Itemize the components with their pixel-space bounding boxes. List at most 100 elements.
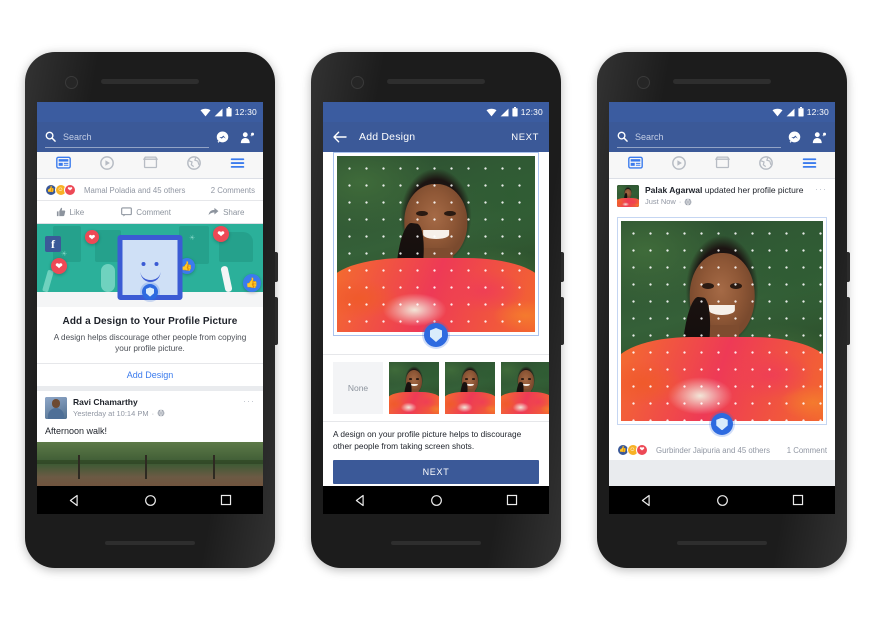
post-time: Just Now — [645, 197, 676, 207]
messenger-icon[interactable] — [788, 131, 801, 144]
recents-square-icon[interactable] — [506, 494, 518, 506]
design-thumbnail[interactable] — [501, 362, 549, 414]
tab-marketplace[interactable] — [714, 156, 730, 174]
post-header: Palak Agarwal updated her profile pictur… — [609, 179, 835, 212]
tab-menu[interactable] — [802, 156, 817, 174]
reaction-names[interactable]: Gurbinder Jaipuria and 45 others — [656, 446, 783, 455]
back-arrow-icon[interactable] — [333, 131, 347, 143]
comment-count[interactable]: 2 Comments — [211, 186, 255, 195]
home-circle-icon[interactable] — [430, 494, 443, 507]
avatar[interactable] — [617, 185, 639, 207]
wifi-icon — [772, 108, 783, 116]
more-options-icon[interactable]: ··· — [815, 185, 827, 194]
more-options-icon[interactable]: ··· — [243, 396, 255, 406]
post-meta: Yesterday at 10:14 PM · — [73, 409, 237, 418]
next-button[interactable]: NEXT — [333, 460, 539, 485]
phone-2-screen: 12:30 Add Design NEXT None A design on y… — [323, 102, 549, 514]
tab-marketplace[interactable] — [142, 156, 158, 174]
editor-description: A design on your profile picture helps t… — [333, 429, 522, 451]
messenger-icon[interactable] — [216, 131, 229, 144]
phone-1-feed[interactable]: 👍 ☺ ❤ Mamal Poladia and 45 others 2 Comm… — [37, 179, 263, 514]
cellular-signal-icon — [214, 108, 223, 116]
back-triangle-icon[interactable] — [68, 494, 81, 507]
like-label: Like — [69, 207, 85, 217]
floating-like-reaction-icon: 👍 — [243, 274, 261, 292]
phone-2-earpiece — [387, 79, 485, 84]
sidebar-item-news-feed[interactable] — [55, 156, 71, 174]
phone-3-status-bar: 12:30 — [609, 102, 835, 122]
phone-3-top-actions: + — [788, 131, 827, 144]
post-header: Ravi Chamarthy Yesterday at 10:14 PM · ·… — [37, 390, 263, 424]
design-thumbnail-strip[interactable]: None — [323, 354, 549, 421]
phone-1-chin-speaker — [105, 541, 195, 545]
wifi-icon — [200, 108, 211, 116]
share-button[interactable]: Share — [208, 207, 244, 217]
phone-1-top-actions: + — [216, 131, 255, 144]
home-circle-icon[interactable] — [144, 494, 157, 507]
post-author[interactable]: Ravi Chamarthy — [73, 397, 237, 408]
floating-love-reaction-icon: ❤ — [213, 226, 229, 242]
phone-2-status-bar: 12:30 — [323, 102, 549, 122]
illus-eyes — [141, 262, 159, 266]
search-bar[interactable]: Search — [45, 127, 209, 148]
editor-footer: A design on your profile picture helps t… — [323, 421, 549, 485]
floating-love-reaction-icon: ❤ — [51, 258, 67, 274]
profile-photo-preview[interactable] — [337, 156, 535, 332]
sidebar-item-news-feed[interactable] — [627, 156, 643, 174]
promo-title: Add a Design to Your Profile Picture — [62, 316, 238, 327]
tab-menu[interactable] — [230, 156, 245, 174]
phone-2-power-button[interactable] — [561, 297, 564, 345]
phone-2: 12:30 Add Design NEXT None A design on y… — [311, 52, 564, 568]
phone-1-screen: 12:30 Search + 👍 ☺ ❤ Mamal Poladia and 4… — [37, 102, 263, 514]
comment-bubble-icon — [121, 207, 133, 217]
tab-notifications[interactable] — [758, 155, 773, 175]
phone-3-volume-button[interactable] — [847, 252, 850, 282]
tab-video[interactable] — [671, 155, 686, 175]
post-author-line: Palak Agarwal updated her profile pictur… — [645, 185, 809, 196]
comment-button[interactable]: Comment — [121, 207, 171, 217]
phone-3-chin-speaker — [677, 541, 767, 545]
phone-2-volume-button[interactable] — [561, 252, 564, 282]
next-link[interactable]: NEXT — [511, 132, 539, 143]
tab-video[interactable] — [99, 155, 114, 175]
phone-1-power-button[interactable] — [275, 297, 278, 345]
phone-1-volume-button[interactable] — [275, 252, 278, 282]
reaction-icons: 👍 ☺ ❤ — [617, 444, 648, 456]
profile-photo-editor[interactable] — [333, 152, 539, 347]
comment-label: Comment — [136, 207, 171, 217]
guard-shield-badge-icon — [424, 323, 448, 347]
post-text: Afternoon walk! — [37, 423, 263, 442]
recents-square-icon[interactable] — [220, 494, 232, 506]
home-circle-icon[interactable] — [716, 494, 729, 507]
guard-shield-badge-icon — [711, 413, 733, 435]
design-thumbnail-none[interactable]: None — [333, 362, 383, 414]
friend-requests-icon[interactable]: + — [812, 131, 827, 144]
add-design-button[interactable]: Add Design — [37, 362, 263, 386]
comment-count[interactable]: 1 Comment — [787, 446, 827, 455]
illus-eye — [141, 262, 146, 266]
back-triangle-icon[interactable] — [354, 494, 367, 507]
phone-1-status-bar: 12:30 — [37, 102, 263, 122]
like-button[interactable]: Like — [56, 207, 85, 217]
reaction-names[interactable]: Mamal Poladia and 45 others — [84, 186, 207, 195]
design-thumbnail[interactable] — [389, 362, 439, 414]
status-time: 12:30 — [520, 107, 543, 117]
back-triangle-icon[interactable] — [640, 494, 653, 507]
profile-picture-frame[interactable] — [617, 217, 827, 435]
design-thumbnail[interactable] — [445, 362, 495, 414]
illus-person — [42, 269, 54, 293]
phone-3-screen: 12:30 Search + Palak Agarwal updated her… — [609, 102, 835, 514]
friend-requests-icon[interactable]: + — [240, 131, 255, 144]
profile-picture[interactable] — [621, 221, 823, 421]
phone-1-front-camera-icon — [65, 76, 78, 89]
illus-person — [220, 265, 233, 293]
phone-3-power-button[interactable] — [847, 297, 850, 345]
search-bar[interactable]: Search — [617, 127, 781, 148]
phone-3-feed[interactable]: Palak Agarwal updated her profile pictur… — [609, 179, 835, 514]
post-author[interactable]: Palak Agarwal — [645, 185, 702, 195]
illus-smile — [140, 270, 160, 282]
illus-smiley: ☀ — [61, 251, 68, 258]
tab-notifications[interactable] — [186, 155, 201, 175]
recents-square-icon[interactable] — [792, 494, 804, 506]
avatar[interactable] — [45, 396, 67, 419]
